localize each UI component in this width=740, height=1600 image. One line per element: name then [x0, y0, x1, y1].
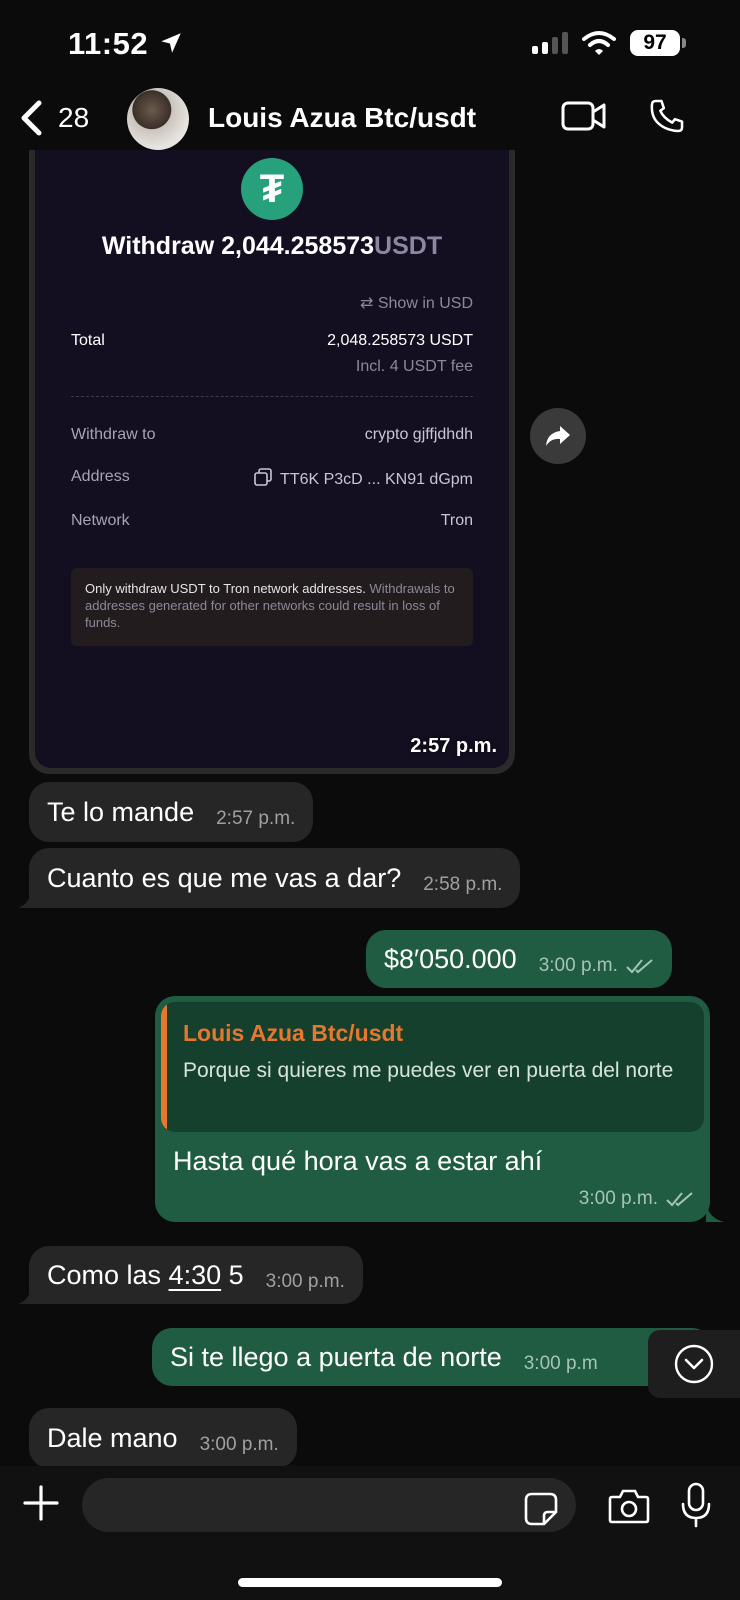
back-button[interactable]: 28 [20, 100, 89, 136]
message-time: 2:57 p.m. [216, 808, 296, 829]
battery-indicator: 97 [630, 30, 686, 56]
double-check-icon [626, 959, 653, 974]
message-incoming[interactable]: Cuanto es que me vas a dar? 2:58 p.m. [29, 848, 521, 908]
message-meta: 3:00 p.m. [579, 1188, 694, 1210]
video-call-icon[interactable] [561, 100, 607, 132]
withdraw-to-row: Withdraw to crypto gjffjdhdh [71, 426, 473, 443]
message-text: Hasta qué hora vas a estar ahí [173, 1146, 543, 1176]
chevron-left-icon [21, 100, 42, 136]
withdraw-screenshot: ₮ Withdraw 2,044.258573USDT ⇄ Show in US… [35, 150, 509, 768]
message-incoming[interactable]: Te lo mande 2:57 p.m. [29, 782, 314, 842]
scroll-to-bottom-button[interactable] [648, 1330, 740, 1398]
show-in-usd: ⇄ Show in USD [359, 295, 473, 312]
address-row: Address TT6K P3cD ... KN91 dGpm [71, 468, 473, 488]
avatar[interactable] [127, 88, 189, 150]
cellular-signal-icon [532, 32, 568, 54]
location-arrow-icon [161, 33, 181, 53]
status-bar: 11:52 97 [0, 0, 740, 88]
plus-icon[interactable] [22, 1484, 60, 1522]
bubble-tail [706, 1202, 724, 1222]
divider [71, 396, 473, 397]
time-link[interactable]: 4:30 [169, 1260, 222, 1290]
withdraw-amount: Withdraw 2,044.258573 [101, 232, 375, 260]
forward-button[interactable] [530, 408, 586, 464]
quote-text: Porque si quieres me puedes ver en puert… [183, 1059, 674, 1082]
message-outgoing[interactable]: $8′050.000 3:00 p.m. [366, 930, 672, 988]
quote-author: Louis Azua Btc/usdt [183, 1020, 404, 1046]
message-time: 3:00 p.m. [199, 1434, 279, 1455]
camera-icon[interactable] [608, 1488, 650, 1524]
swap-icon: ⇄ [359, 295, 378, 312]
contact-name[interactable]: Louis Azua Btc/usdt [208, 102, 476, 134]
home-indicator [238, 1578, 502, 1587]
total-row: Total 2,048.258573 USDT [71, 332, 473, 349]
sticker-icon[interactable] [524, 1492, 558, 1526]
composer-bar [0, 1466, 740, 1600]
unread-count: 28 [58, 102, 90, 133]
message-input[interactable] [82, 1478, 576, 1532]
withdraw-title: Withdraw 2,044.258573USDT [35, 232, 509, 261]
message-time: 3:00 p.m [523, 1353, 598, 1374]
bubble-tail [18, 1284, 38, 1304]
tether-logo-icon: ₮ [241, 158, 303, 220]
fee-text: Incl. 4 USDT fee [355, 358, 473, 375]
copy-icon [254, 468, 272, 486]
message-time: 2:58 p.m. [423, 874, 503, 895]
chat-header: 28 Louis Azua Btc/usdt [0, 88, 740, 158]
wifi-icon [582, 31, 616, 55]
message-incoming[interactable]: Dale mano 3:00 p.m. [29, 1408, 297, 1468]
chevron-down-circle-icon [674, 1344, 714, 1384]
message-time: 3:00 p.m. [265, 1271, 345, 1292]
microphone-icon[interactable] [680, 1482, 712, 1528]
network-row: Network Tron [71, 512, 473, 529]
message-incoming[interactable]: Como las 4:30 5 3:00 p.m. [29, 1246, 363, 1304]
message-meta: 3:00 p.m. [539, 955, 654, 977]
bubble-tail [18, 888, 38, 908]
image-message[interactable]: ₮ Withdraw 2,044.258573USDT ⇄ Show in US… [29, 150, 515, 774]
message-outgoing[interactable]: Si te llego a puerta de norte 3:00 p.m [152, 1328, 712, 1386]
withdraw-currency: USDT [374, 232, 443, 260]
message-time: 2:57 p.m. [410, 735, 497, 757]
status-time: 11:52 [68, 26, 149, 61]
double-check-icon [666, 1192, 693, 1207]
share-arrow-icon [546, 426, 570, 446]
message-outgoing-reply[interactable]: Louis Azua Btc/usdt Porque si quieres me… [155, 996, 710, 1222]
network-warning: Only withdraw USDT to Tron network addre… [71, 568, 473, 646]
quoted-message[interactable]: Louis Azua Btc/usdt Porque si quieres me… [161, 1002, 704, 1132]
quote-accent-bar [161, 1002, 167, 1132]
phone-call-icon[interactable] [648, 96, 686, 136]
